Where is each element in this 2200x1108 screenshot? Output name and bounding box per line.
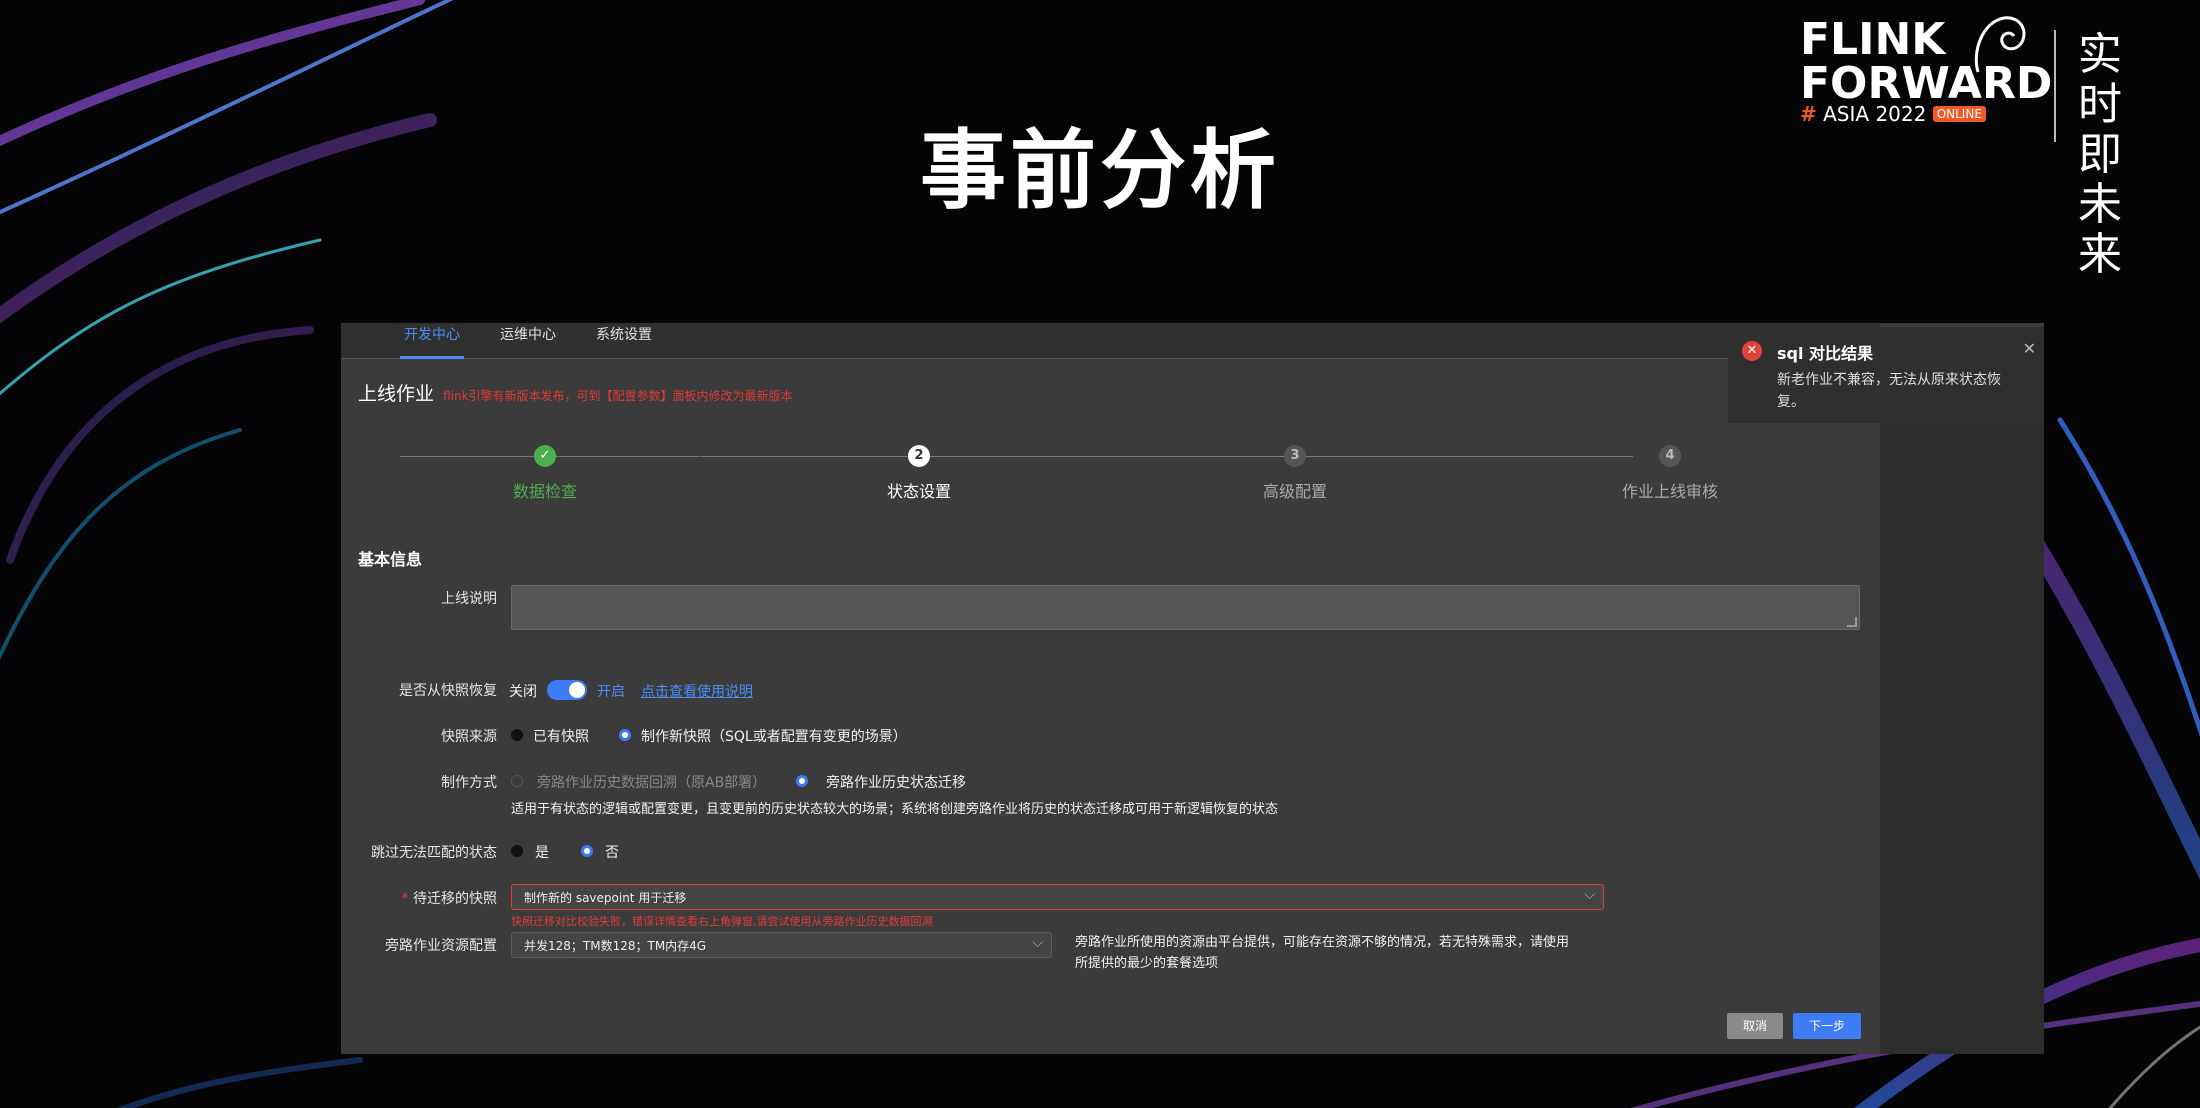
- resource-config-label: 旁路作业资源配置: [385, 938, 497, 954]
- step-label-review: 作业上线审核: [1621, 482, 1718, 501]
- toast-body: 新老作业不兼容，无法从原来状态恢复。: [1777, 372, 2001, 410]
- logo-subtitle: # ASIA 2022 ONLINE: [1800, 102, 1986, 126]
- squirrel-icon: [1974, 16, 2026, 73]
- toast-title: sql 对比结果: [1777, 344, 1874, 363]
- toggle-knob: [569, 682, 585, 698]
- radio-state-migration[interactable]: [796, 775, 808, 787]
- radio-label: 是: [535, 845, 549, 861]
- usage-guide-link[interactable]: 点击查看使用说明: [641, 681, 753, 701]
- stepper: ✓ 数据检查 2 状态设置 3 高级配置 4 作业上线审核: [341, 323, 1880, 503]
- step-connector: [1457, 456, 1633, 457]
- app-window: 开发中心 运维中心 系统设置 上线作业 flink引擎有新版本发布，可到【配置参…: [341, 323, 2044, 1054]
- switch-on-label: 开启: [597, 684, 625, 700]
- step-number: 3: [1284, 445, 1306, 467]
- switch-off-label: 关闭: [509, 684, 537, 700]
- skip-unmatched-label: 跳过无法匹配的状态: [371, 845, 497, 861]
- make-mode-label: 制作方式: [441, 775, 497, 791]
- radio-label: 旁路作业历史状态迁移: [826, 775, 966, 791]
- cancel-button[interactable]: 取消: [1727, 1013, 1783, 1039]
- radio-label: 旁路作业历史数据回溯（原AB部署）: [537, 775, 767, 791]
- radio-new-snapshot[interactable]: [619, 729, 631, 741]
- chevron-down-icon: ⌵: [1584, 887, 1595, 903]
- error-icon: ✕: [1742, 341, 1762, 361]
- step-label-advanced: 高级配置: [1262, 482, 1327, 501]
- step-number: 2: [908, 445, 930, 467]
- step-number: 4: [1659, 445, 1681, 467]
- restore-toggle[interactable]: [547, 680, 587, 700]
- restore-label: 是否从快照恢复: [399, 683, 497, 699]
- right-side-panel: [1880, 423, 2044, 1054]
- snapshot-source-label: 快照来源: [441, 729, 497, 745]
- resource-description: 所提供的最少的套餐选项: [1075, 956, 1219, 971]
- resource-description: 旁路作业所使用的资源由平台提供，可能存在资源不够的情况，若无特殊需求，请使用: [1075, 935, 1570, 950]
- radio-label: 制作新快照（SQL或者配置有变更的场景）: [641, 729, 907, 745]
- logo-divider: [2054, 30, 2056, 142]
- close-icon[interactable]: ✕: [2023, 339, 2036, 358]
- migrate-snapshot-label: * 待迁移的快照: [401, 891, 497, 907]
- step-label-data-check: 数据检查: [512, 482, 577, 501]
- next-step-button[interactable]: 下一步: [1793, 1013, 1861, 1039]
- flink-forward-logo: FLINK FORWARD # ASIA 2022 ONLINE 实时即 未来: [1800, 16, 2170, 280]
- sql-compare-toast: ✕ sql 对比结果 新老作业不兼容，无法从原来状态恢复。 ✕: [1728, 327, 2044, 423]
- make-mode-description: 适用于有状态的逻辑或配置变更，且变更前的历史状态较大的场景；系统将创建旁路作业将…: [511, 802, 1279, 817]
- section-title: 基本信息: [358, 550, 423, 569]
- radio-skip-yes[interactable]: [511, 845, 523, 857]
- radio-skip-no[interactable]: [581, 845, 593, 857]
- resource-config-select[interactable]: 并发128；TM数128；TM内存4G ⌵: [511, 932, 1052, 958]
- migrate-snapshot-select[interactable]: 制作新的 savepoint 用于迁移 ⌵: [511, 884, 1604, 910]
- release-note-textarea[interactable]: [511, 585, 1860, 630]
- radio-backfill[interactable]: [511, 775, 523, 787]
- step-done-check-icon: ✓: [534, 445, 556, 467]
- logo-slogan: 实时即 未来: [2078, 29, 2122, 280]
- radio-existing-snapshot[interactable]: [511, 729, 523, 741]
- chevron-down-icon: ⌵: [1032, 935, 1043, 951]
- radio-label: 否: [605, 845, 619, 861]
- migrate-error-message: 快照迁移对比校验失败，错误详情查看右上角弹窗,请尝试使用从旁路作业历史数据回溯: [511, 915, 933, 928]
- resize-grip-icon[interactable]: [1847, 617, 1857, 627]
- step-label-state-setting: 状态设置: [886, 482, 951, 501]
- release-note-label: 上线说明: [441, 591, 497, 607]
- radio-label: 已有快照: [533, 729, 589, 745]
